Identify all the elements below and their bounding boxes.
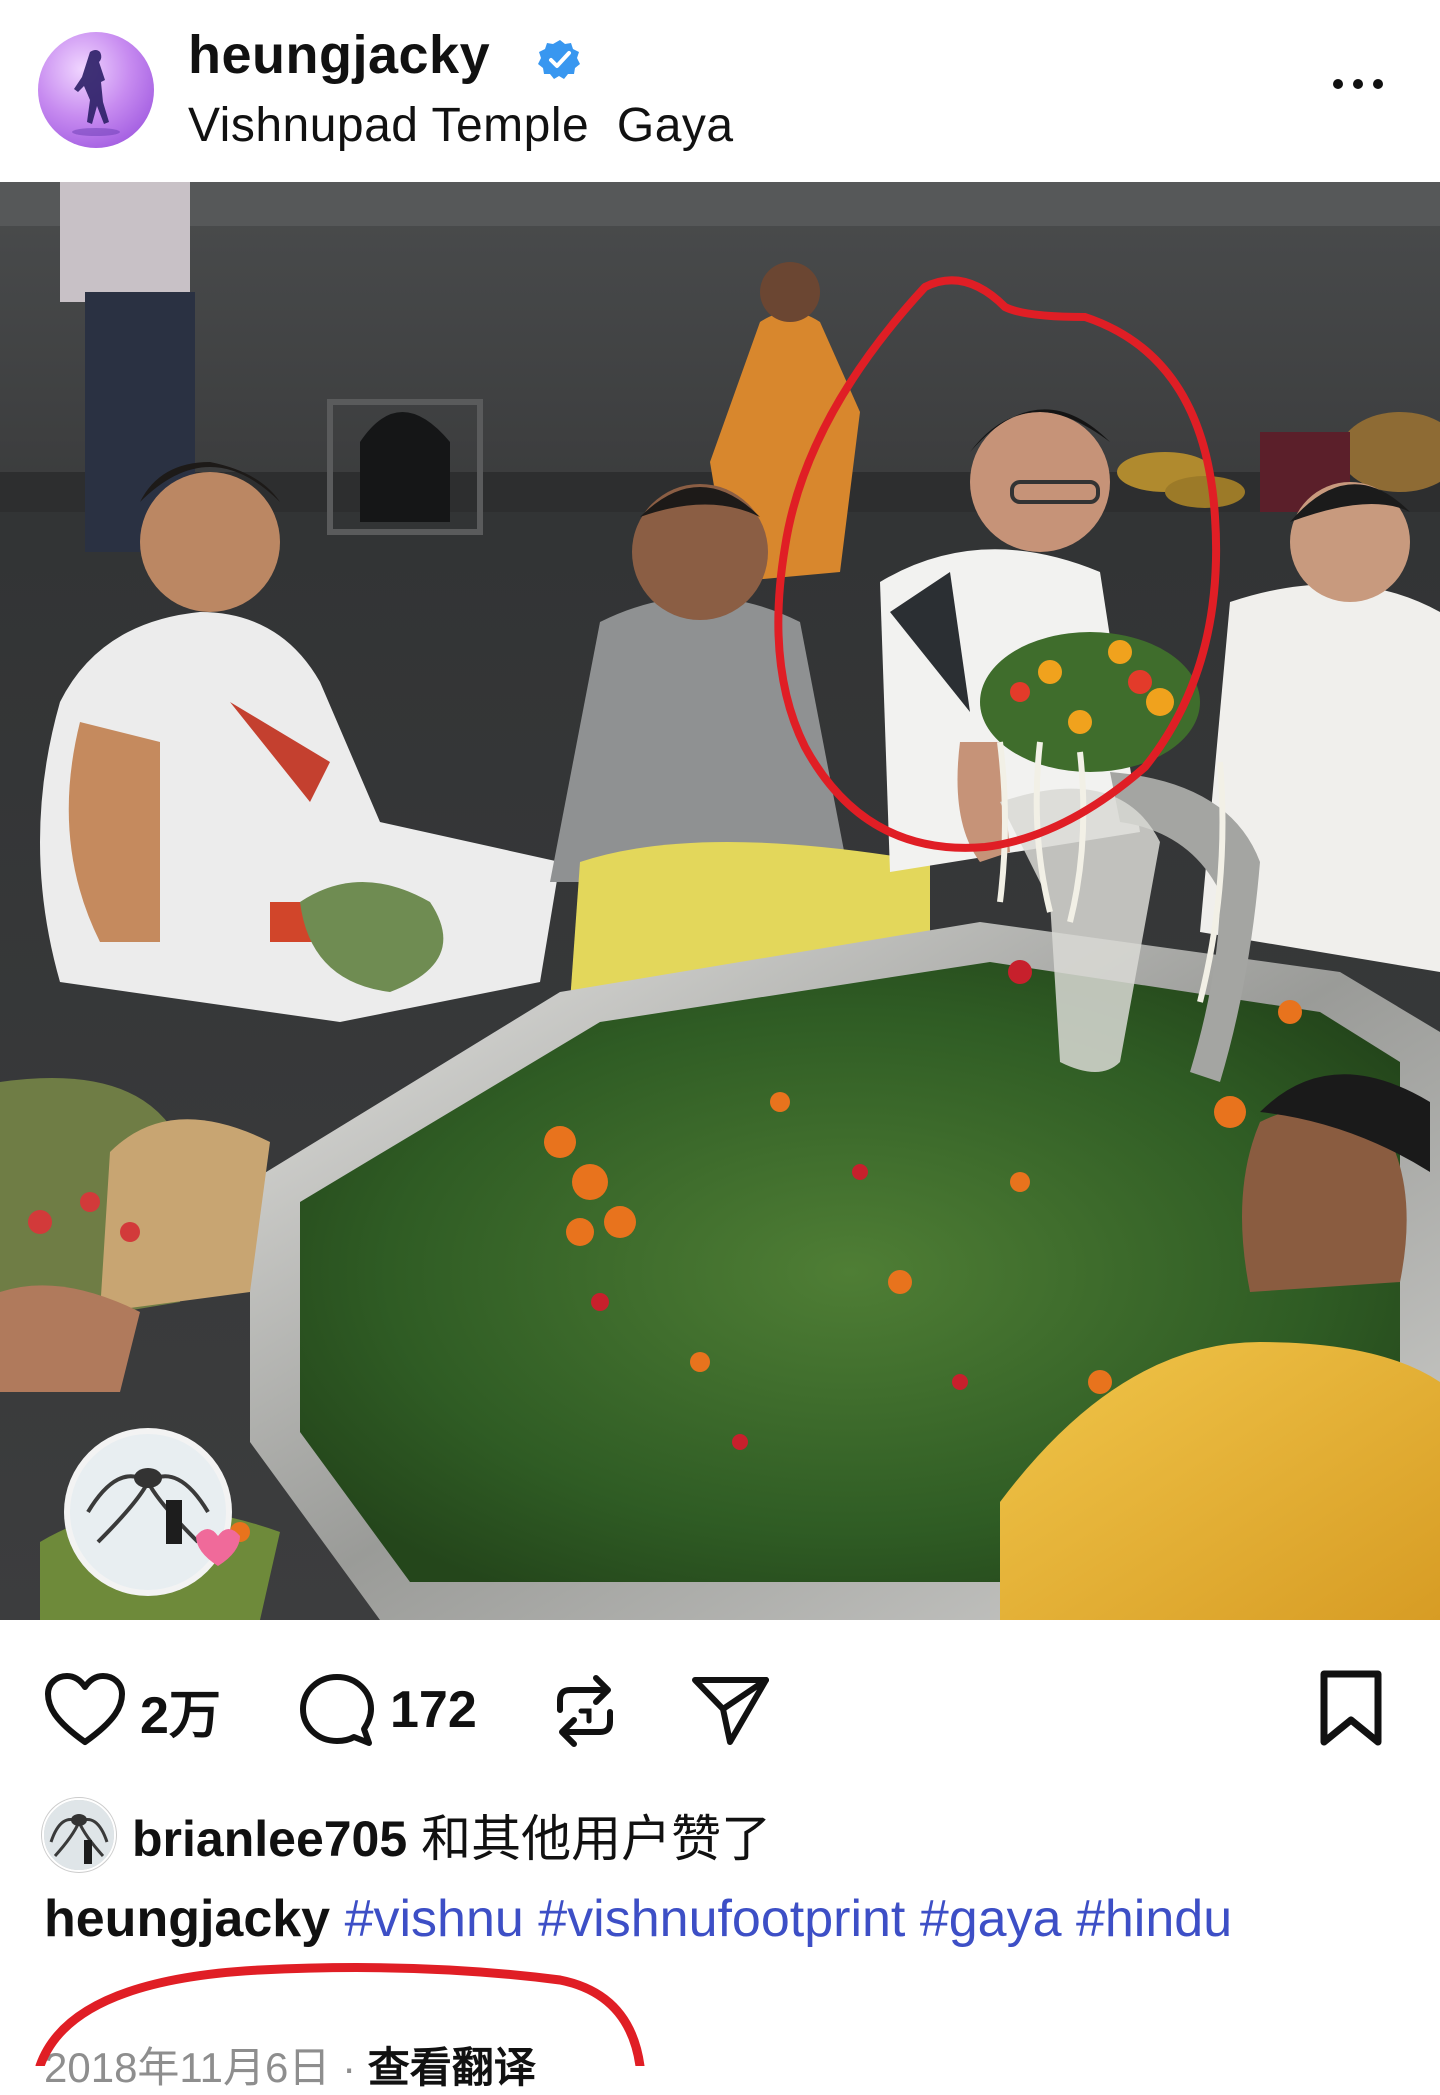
post-date-row: 2018年11月6日 · 查看翻译	[44, 2034, 536, 2095]
liker-username[interactable]: brianlee705	[132, 1811, 407, 1867]
post-photo[interactable]	[0, 182, 1440, 1620]
post-date: 2018年11月6日	[44, 2044, 331, 2091]
comment-count[interactable]: 172	[390, 1680, 477, 1740]
post-header: heungjacky Vishnupad Temple Gaya	[0, 0, 1440, 182]
bookmark-icon[interactable]	[1316, 1670, 1386, 1746]
post-caption: heungjacky #vishnu #vishnufootprint #gay…	[44, 1882, 1404, 1956]
repost-action[interactable]	[550, 1672, 620, 1750]
post-action-bar: 2万 172	[0, 1640, 1440, 1780]
like-action[interactable]: 2万	[44, 1672, 221, 1748]
like-count[interactable]: 2万	[140, 1673, 221, 1748]
hashtag[interactable]: #vishnufootprint	[538, 1890, 905, 1948]
spider-sculpture-icon	[44, 1800, 114, 1870]
share-icon[interactable]	[690, 1672, 772, 1748]
liked-by-suffix[interactable]: 和其他用户赞了	[421, 1811, 771, 1867]
hashtag[interactable]: #hindu	[1076, 1890, 1232, 1948]
profile-avatar[interactable]	[38, 32, 154, 148]
comment-icon[interactable]	[298, 1672, 376, 1748]
avatar-figure-icon	[72, 50, 120, 136]
repost-icon[interactable]	[550, 1672, 620, 1750]
liked-by-row: brianlee705 和其他用户赞了	[42, 1798, 771, 1872]
date-separator: ·	[342, 2044, 357, 2091]
share-action[interactable]	[690, 1672, 772, 1748]
post-username[interactable]: heungjacky	[188, 24, 490, 86]
liked-by-text: brianlee705 和其他用户赞了	[132, 1799, 771, 1871]
comment-action[interactable]: 172	[298, 1672, 477, 1748]
see-translation-link[interactable]: 查看翻译	[368, 2044, 536, 2091]
post-location[interactable]: Vishnupad Temple Gaya	[188, 98, 734, 153]
temple-ritual-photo	[0, 182, 1440, 1620]
liker-avatar[interactable]	[42, 1798, 116, 1872]
caption-username[interactable]: heungjacky	[44, 1890, 330, 1948]
heart-icon[interactable]	[44, 1672, 126, 1748]
hashtag[interactable]: #vishnu	[345, 1890, 524, 1948]
more-options-icon[interactable]	[1318, 62, 1398, 106]
hashtag[interactable]: #gaya	[920, 1890, 1062, 1948]
verified-badge-icon	[538, 40, 580, 79]
